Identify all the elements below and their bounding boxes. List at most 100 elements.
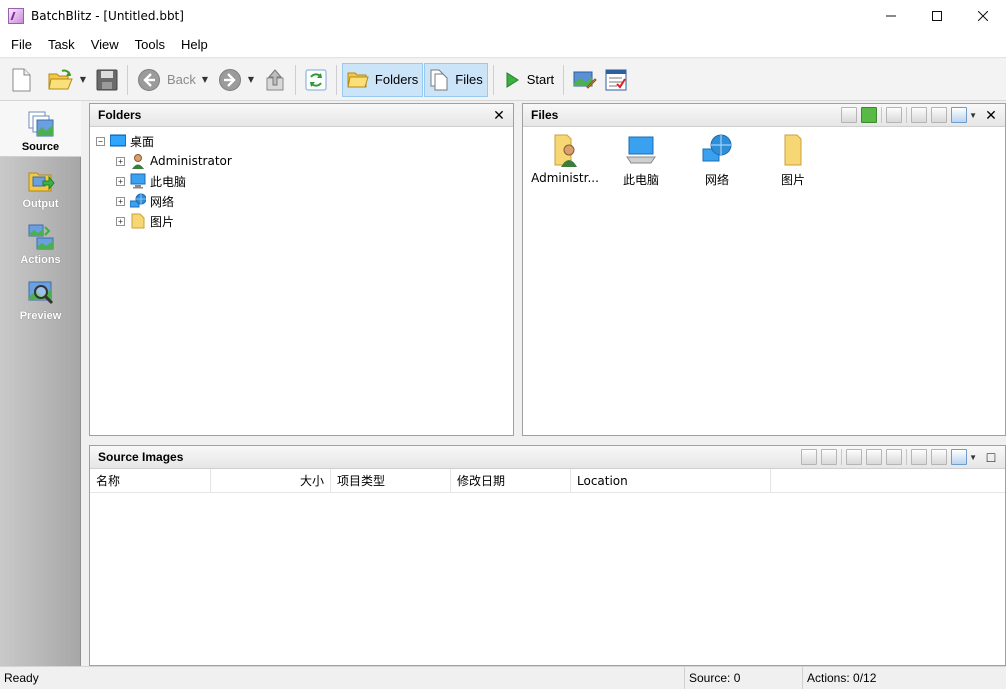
expand-toggle[interactable]: + — [116, 216, 125, 226]
forward-dropdown-arrow[interactable]: ▼ — [246, 63, 256, 97]
window-title: BatchBlitz - [Untitled.bbt] — [31, 8, 184, 23]
toolbar: ▼ Back ▼ ▼ Folders Files Start — [0, 59, 1006, 101]
open-dropdown-arrow[interactable]: ▼ — [78, 63, 88, 97]
column-header-name[interactable]: 名称 — [90, 469, 211, 493]
source-images-list-header: 名称 大小 项目类型 修改日期 Location — [90, 469, 1005, 493]
menu-task[interactable]: Task — [40, 31, 83, 58]
source-panel-tools: ▼ — [801, 449, 977, 465]
up-folder-icon — [266, 68, 284, 90]
zoom-icon[interactable] — [931, 107, 948, 123]
open-folder-icon — [48, 69, 73, 89]
open-button[interactable] — [44, 63, 78, 97]
collapse-toggle[interactable]: − — [96, 136, 105, 146]
tree-node-this-pc[interactable]: + 此电脑 — [96, 171, 513, 191]
column-header-location[interactable]: Location — [571, 469, 771, 493]
actions-icon — [28, 224, 53, 250]
file-item-pictures[interactable]: 图片 — [755, 133, 831, 188]
folder-icon — [784, 134, 802, 166]
zoom-icon[interactable] — [931, 449, 948, 465]
view-mode-dropdown-arrow[interactable]: ▼ — [969, 111, 977, 120]
app-logo-icon — [8, 7, 24, 24]
tree-node-desktop[interactable]: − 桌面 — [96, 131, 513, 151]
files-panel-tools: ▼ — [841, 107, 977, 123]
save-button[interactable] — [92, 63, 122, 97]
move-icon[interactable] — [846, 449, 863, 465]
column-header-type[interactable]: 项目类型 — [331, 469, 451, 493]
title-bar: BatchBlitz - [Untitled.bbt] — [0, 0, 1006, 31]
source-images-panel-header: Source Images ▼ □ — [90, 446, 1005, 469]
minimize-icon — [886, 15, 896, 16]
import-icon[interactable] — [801, 449, 818, 465]
files-panel-close-button[interactable]: ✕ — [983, 107, 999, 124]
add-file-icon[interactable] — [861, 107, 878, 123]
nav-output[interactable]: Output — [0, 157, 81, 213]
forward-button[interactable] — [214, 63, 246, 97]
source-images-panel-title: Source Images — [98, 450, 184, 464]
maximize-button[interactable] — [914, 0, 960, 31]
files-grid: Administr... 此电脑 网络 图片 — [523, 127, 1005, 188]
tree-label: 网络 — [150, 194, 175, 209]
preview-icon — [28, 281, 53, 305]
list-icon[interactable] — [866, 449, 883, 465]
user-folder-icon — [554, 134, 577, 167]
left-navigation: Source Output Actions Preview — [0, 101, 81, 666]
forward-arrow-icon — [218, 68, 241, 91]
tree-node-administrator[interactable]: + Administrator — [96, 151, 513, 171]
tree-node-network[interactable]: + 网络 — [96, 191, 513, 211]
tree-node-pictures[interactable]: + 图片 — [96, 211, 513, 231]
status-bar: Ready Source: 0 Actions: 0/12 — [0, 666, 1006, 689]
source-images-panel-maximize-button[interactable]: □ — [983, 449, 999, 465]
view-mode-dropdown-arrow[interactable]: ▼ — [969, 453, 977, 462]
menu-file[interactable]: File — [3, 31, 40, 58]
files-panel-title: Files — [531, 108, 559, 122]
view-mode-icon[interactable] — [951, 449, 968, 465]
nav-source[interactable]: Source — [0, 101, 81, 157]
folders-panel-close-button[interactable]: ✕ — [491, 107, 507, 124]
computer-icon — [130, 173, 146, 189]
expand-toggle[interactable]: + — [116, 156, 125, 166]
output-icon — [28, 172, 55, 192]
tree-label: 图片 — [150, 214, 175, 229]
files-panel: Files ▼ ✕ Administr... 此电脑 网络 图片 — [522, 103, 1006, 436]
source-images-panel: Source Images ▼ □ 名称 大小 项目类型 修改日期 Locati… — [89, 445, 1006, 666]
minimize-button[interactable] — [868, 0, 914, 31]
view-mode-icon[interactable] — [951, 107, 968, 123]
file-item-this-pc[interactable]: 此电脑 — [603, 133, 679, 188]
menu-help[interactable]: Help — [173, 31, 216, 58]
file-item-network[interactable]: 网络 — [679, 133, 755, 188]
edit-image-button[interactable] — [569, 63, 601, 97]
tool-separator — [841, 449, 843, 465]
status-actions-count: Actions: 0/12 — [807, 670, 877, 685]
refresh-button[interactable] — [301, 63, 331, 97]
new-button[interactable] — [6, 63, 36, 97]
column-header-size[interactable]: 大小 — [211, 469, 331, 493]
properties-icon[interactable] — [886, 107, 903, 123]
remove-icon[interactable] — [821, 449, 838, 465]
remove-file-icon[interactable] — [841, 107, 858, 123]
network-icon — [130, 193, 146, 208]
up-folder-button[interactable] — [260, 63, 290, 97]
column-header-modified[interactable]: 修改日期 — [451, 469, 571, 493]
nav-actions[interactable]: Actions — [0, 213, 81, 269]
back-dropdown-arrow[interactable]: ▼ — [200, 63, 210, 97]
edit-icon[interactable] — [911, 107, 928, 123]
folders-toggle-button[interactable]: Folders — [341, 62, 424, 97]
close-button[interactable] — [960, 0, 1006, 31]
files-toggle-button[interactable]: Files — [424, 62, 488, 97]
back-button[interactable]: Back — [133, 63, 200, 97]
file-item-administrator[interactable]: Administr... — [527, 133, 603, 188]
properties-icon[interactable] — [886, 449, 903, 465]
menu-tools[interactable]: Tools — [127, 31, 173, 58]
expand-toggle[interactable]: + — [116, 196, 125, 206]
source-icon — [28, 111, 53, 137]
edit-icon[interactable] — [911, 449, 928, 465]
tool-separator — [881, 107, 883, 123]
save-disk-icon — [96, 69, 118, 90]
window-controls — [868, 0, 1006, 31]
expand-toggle[interactable]: + — [116, 176, 125, 186]
nav-preview[interactable]: Preview — [0, 269, 81, 325]
desktop-icon — [110, 134, 126, 147]
task-properties-button[interactable] — [601, 63, 631, 97]
start-button[interactable]: Start — [499, 63, 558, 97]
menu-view[interactable]: View — [83, 31, 127, 58]
